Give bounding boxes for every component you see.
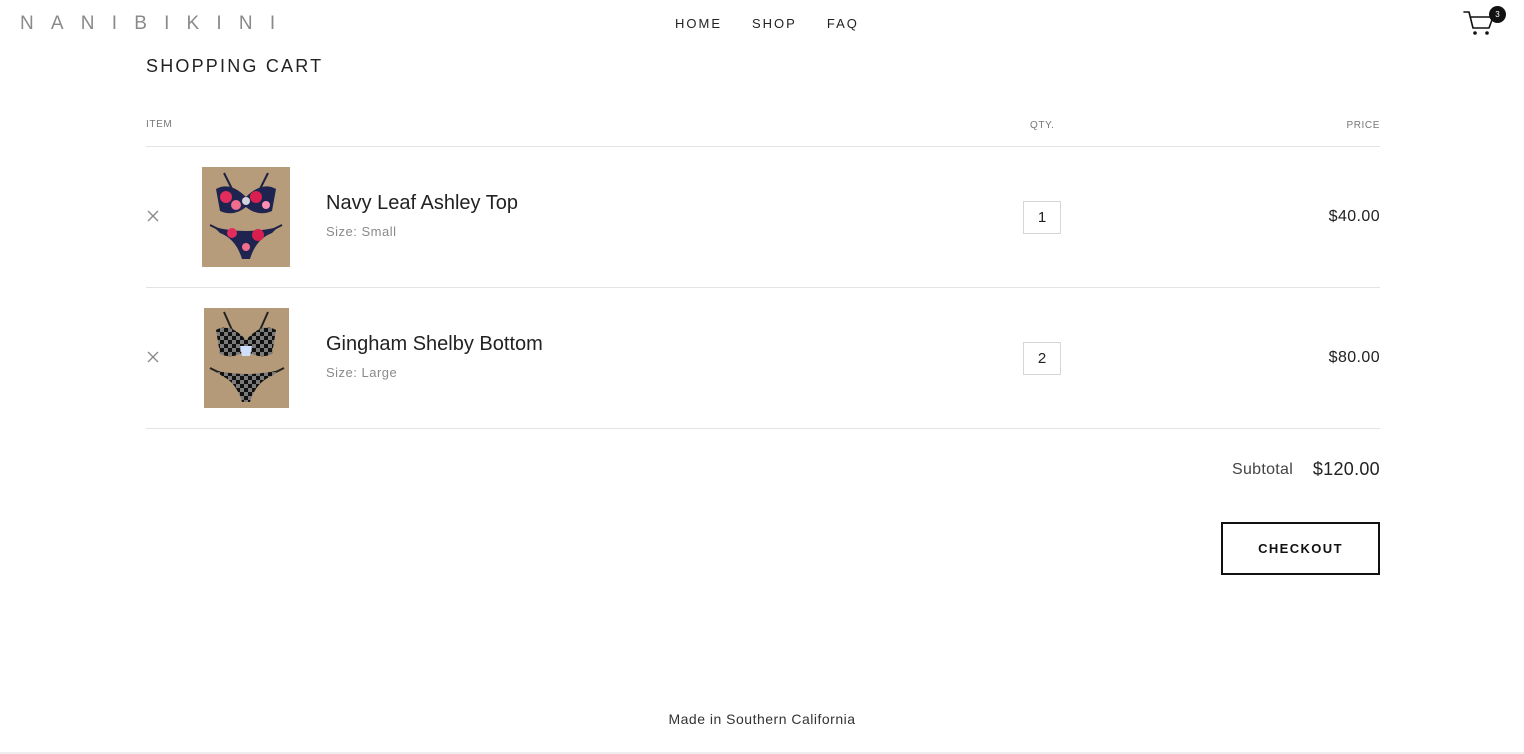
cart-count-badge: 3: [1489, 6, 1506, 23]
checkout-button[interactable]: CHECKOUT: [1221, 522, 1380, 575]
bikini-gingham-image: [204, 308, 289, 408]
remove-item-icon[interactable]: [146, 350, 160, 364]
column-header-item: ITEM: [146, 119, 173, 130]
item-price: $80.00: [1328, 349, 1380, 366]
nav-shop-link[interactable]: SHOP: [752, 16, 797, 31]
divider: [146, 428, 1380, 429]
subtotal-label: Subtotal: [1232, 461, 1294, 478]
subtotal-value: $120.00: [1312, 459, 1380, 479]
product-thumbnail[interactable]: [204, 308, 289, 408]
footer-text: Made in Southern California: [668, 711, 856, 727]
main-nav: HOME SHOP FAQ: [675, 16, 859, 31]
product-size: Size: Small: [326, 224, 397, 239]
bikini-floral-image: [202, 167, 290, 267]
cart-row: Navy Leaf Ashley Top Size: Small $40.00: [146, 147, 1380, 287]
product-thumbnail[interactable]: [202, 167, 290, 267]
quantity-input[interactable]: [1023, 201, 1061, 234]
product-name-link[interactable]: Navy Leaf Ashley Top: [326, 192, 518, 215]
cart-row: Gingham Shelby Bottom Size: Large $80.00: [146, 288, 1380, 428]
product-size: Size: Large: [326, 365, 398, 380]
column-header-price: PRICE: [1346, 120, 1380, 131]
remove-item-icon[interactable]: [146, 209, 160, 223]
column-header-qty: QTY.: [1030, 120, 1055, 131]
site-header: NANIBIKINI HOME SHOP FAQ 3: [0, 0, 1524, 48]
quantity-input[interactable]: [1023, 342, 1061, 375]
cart-button[interactable]: 3: [1463, 6, 1507, 38]
page-title: SHOPPING CART: [146, 56, 324, 76]
nav-home-link[interactable]: HOME: [675, 16, 722, 31]
site-logo[interactable]: NANIBIKINI: [20, 13, 292, 35]
nav-faq-link[interactable]: FAQ: [827, 16, 859, 31]
product-name-link[interactable]: Gingham Shelby Bottom: [326, 333, 543, 356]
item-price: $40.00: [1328, 208, 1380, 225]
